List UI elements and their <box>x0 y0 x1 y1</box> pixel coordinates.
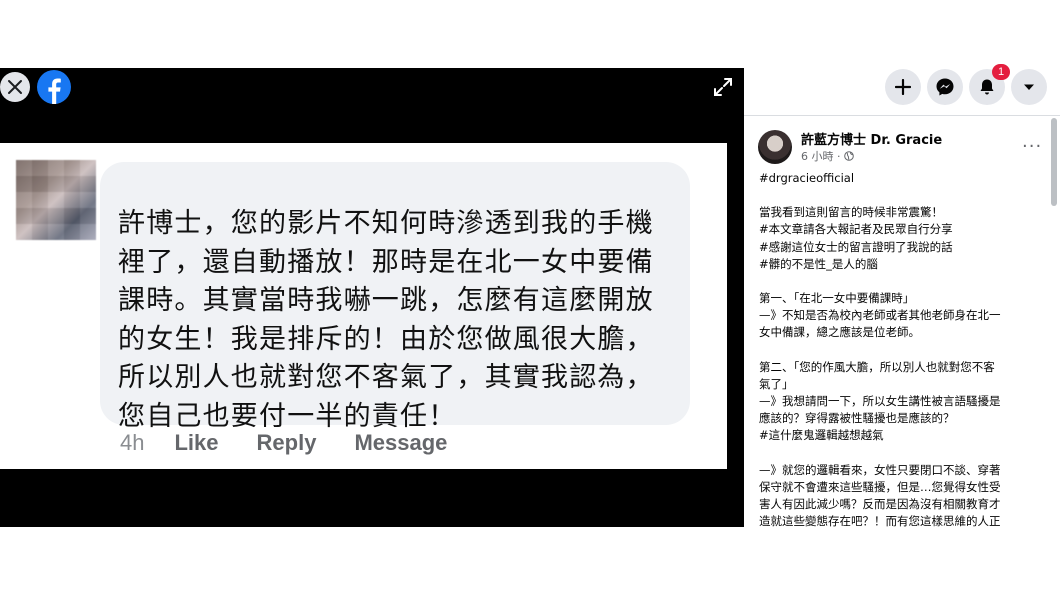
message-link: Message <box>354 430 448 455</box>
comment-line: 所以別人也就對您不客氣了，其實我認為， <box>118 362 654 393</box>
expand-icon[interactable] <box>712 76 734 98</box>
post-text-line: —》就您的邏輯看來，女性只要閉口不談、穿著 <box>759 462 1001 477</box>
post-text-line: 女中備課，總之應該是位老師。 <box>759 325 920 340</box>
post-text-line: 第二、「您的作風大膽，所以別人也就對您不客 <box>759 359 995 374</box>
comment-line: 裡了，還自動播放！那時是在北一女中要備 <box>118 246 654 278</box>
blurred-avatar <box>16 160 96 240</box>
comment-time: 4h <box>120 430 145 455</box>
post-text-line: 保守就不會遭來這些騷擾，但是…您覺得女性受 <box>759 479 1001 494</box>
author-avatar[interactable] <box>758 130 792 164</box>
hashtag-line[interactable]: #這什麼鬼邏輯越想越氣 <box>759 427 1049 444</box>
comment-text: 許博士，您的影片不知何時滲透到我的手機 裡了，還自動播放！那時是在北一女中要備 … <box>118 205 678 436</box>
post-text-line: 造就這些變態存在吧？！而有您這樣思維的人正 <box>759 514 1001 529</box>
scrollbar[interactable] <box>1051 118 1057 206</box>
bell-icon <box>980 79 994 95</box>
globe-icon <box>844 151 854 161</box>
comment-line: 許博士，您的影片不知何時滲透到我的手機 <box>118 208 654 239</box>
account-menu-button[interactable] <box>1011 69 1047 105</box>
author-name[interactable]: 許藍方博士 Dr. Gracie <box>801 129 942 148</box>
plus-icon <box>895 79 911 95</box>
hashtag-line[interactable]: #drgracieofficial <box>759 170 1049 187</box>
comment-actions: 4h Like Reply Message <box>120 430 447 456</box>
post-text-line: 氣了」 <box>759 376 794 391</box>
facebook-logo-icon[interactable] <box>37 70 71 104</box>
reply-link: Reply <box>256 430 317 455</box>
post-text-line: —》我想請問一下，所以女生講性被言語騷擾是 <box>759 394 1001 409</box>
caret-down-icon <box>1024 84 1034 90</box>
notification-badge: 1 <box>992 64 1010 80</box>
messenger-icon <box>936 78 954 96</box>
hashtag-line[interactable]: #本文章請各大報記者及民眾自行分享 <box>759 221 1049 238</box>
hashtag-line[interactable]: #髒的不是性_是人的腦 <box>759 256 1049 273</box>
divider <box>744 115 1060 116</box>
post-time-text[interactable]: 6 小時 · <box>801 150 841 163</box>
like-link: Like <box>174 430 219 455</box>
more-options-button[interactable]: ··· <box>1022 136 1042 157</box>
close-button[interactable] <box>0 72 30 102</box>
post-time: 6 小時 · <box>801 148 854 164</box>
post-text-line: —》不知是否為校內老師或者其他老師身在北一 <box>759 308 1001 323</box>
comment-line: 的女生！我是排斥的！由於您做風很大膽， <box>118 323 654 355</box>
close-icon <box>8 80 22 94</box>
comment-line: 您自己也要付一半的責任！ <box>118 400 457 432</box>
messenger-button[interactable] <box>927 69 963 105</box>
post-text-line: 第一、「在北一女中要備課時」 <box>759 291 915 306</box>
post-text-line: 應該的？穿得露被性騷擾也是應該的？ <box>759 411 955 426</box>
post-text-line: 害人有因此減少嗎？反而是因為沒有相關教育才 <box>759 497 1001 512</box>
create-button[interactable] <box>885 69 921 105</box>
post-text-line: 當我看到這則留言的時候非常震驚！ <box>759 205 943 220</box>
hashtag-line[interactable]: #感謝這位女士的留言證明了我說的話 <box>759 239 1049 256</box>
comment-line: 課時。其實當時我嚇一跳，怎麼有這麼開放 <box>118 285 654 316</box>
post-body: #drgracieofficial 當我看到這則留言的時候非常震驚！ #本文章請各大… <box>759 170 1049 530</box>
